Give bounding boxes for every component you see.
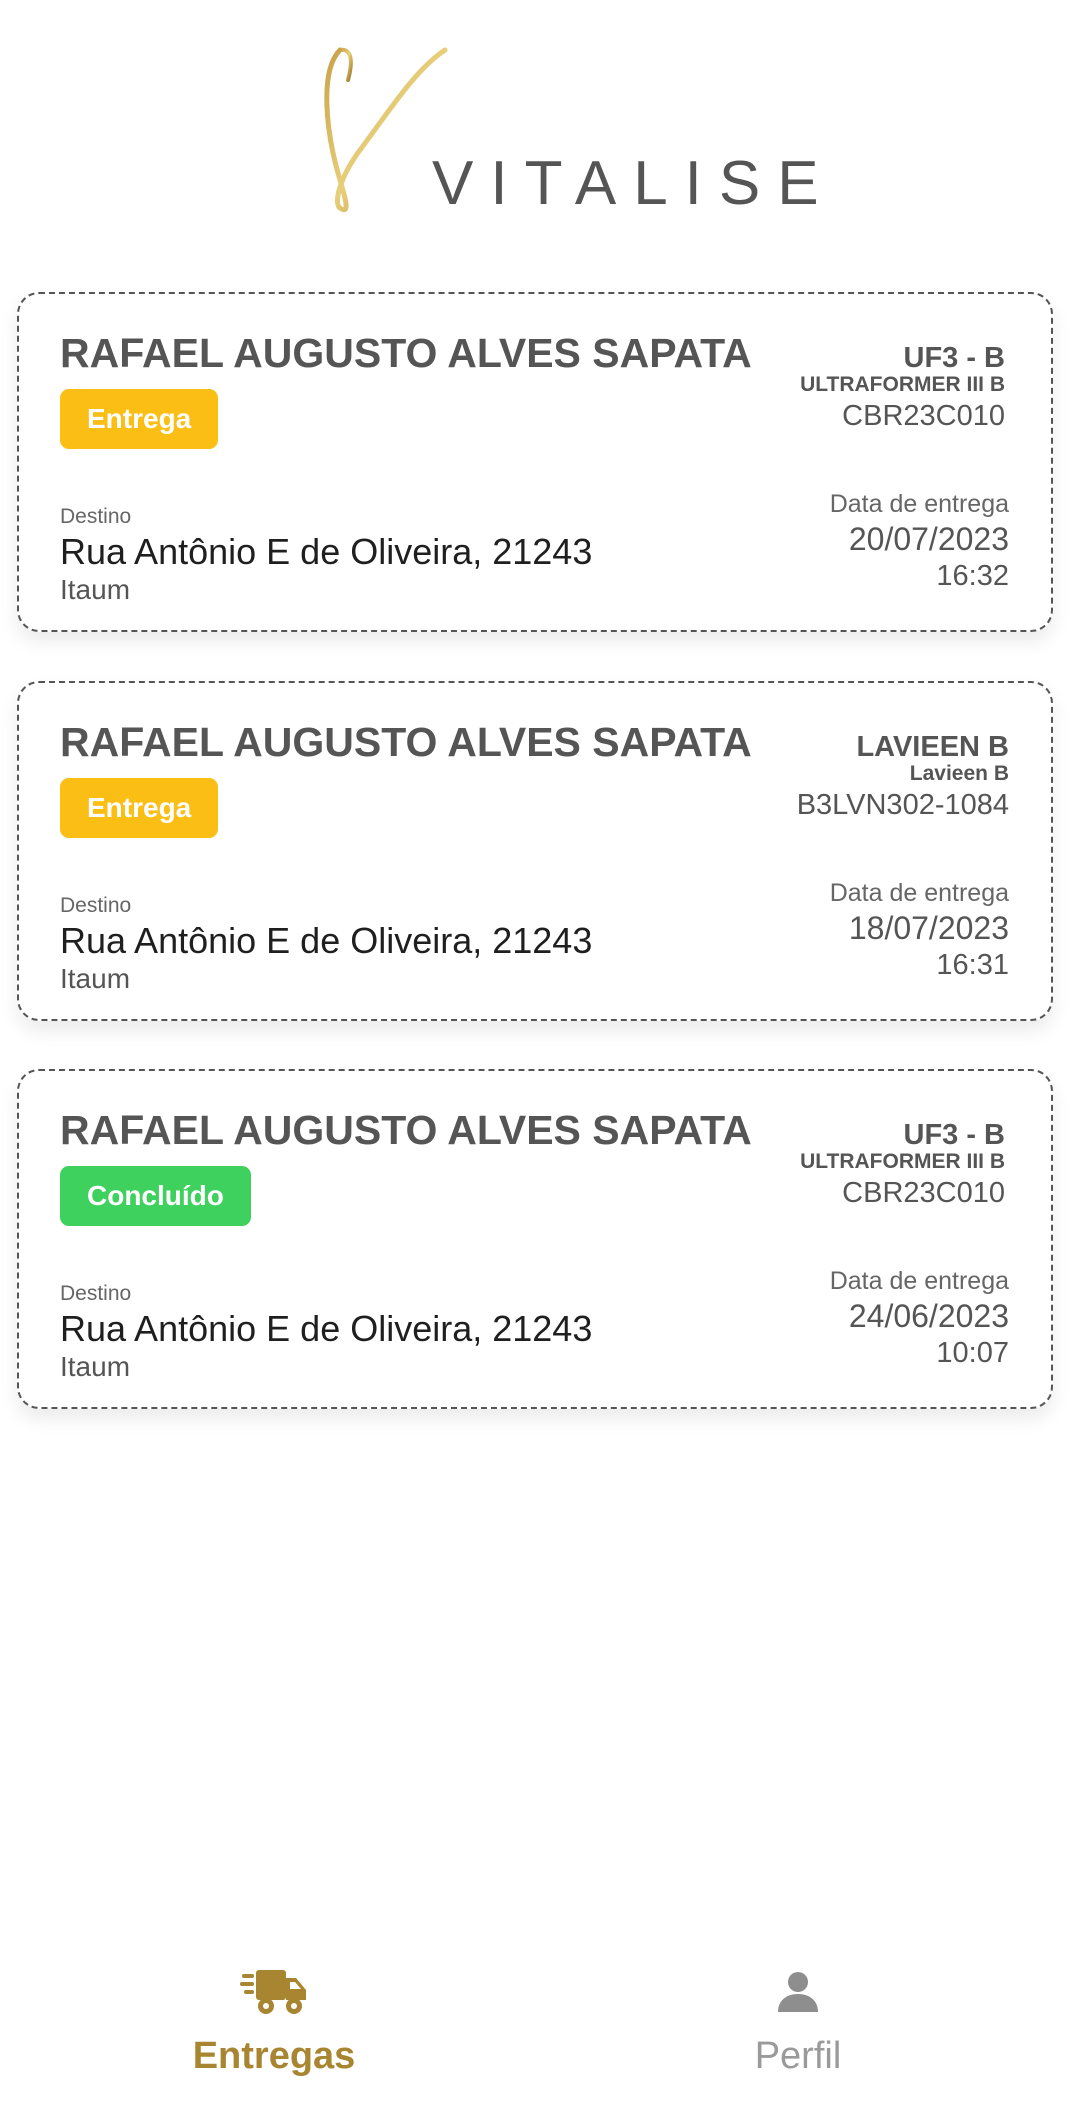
equipment-serial: CBR23C010 — [842, 400, 1005, 432]
equipment-code: LAVIEEN B — [856, 731, 1009, 763]
destination-label: Destino — [60, 894, 132, 917]
delivery-card[interactable]: RAFAEL AUGUSTO ALVES SAPATA Entrega LAVI… — [17, 681, 1053, 1021]
logo-text: VITALISE — [432, 149, 836, 218]
delivery-date-label: Data de entrega — [829, 490, 1009, 518]
nav-item-perfil[interactable]: Perfil — [648, 1968, 948, 2078]
client-name: RAFAEL AUGUSTO ALVES SAPATA — [60, 330, 752, 376]
bottom-nav: Entregas Perfil — [0, 1950, 1076, 2124]
truck-icon — [240, 1970, 306, 2014]
equipment-model: Lavieen B — [909, 762, 1009, 785]
delivery-date: Data de entrega 18/07/2023 16:31 — [830, 876, 1009, 983]
equipment-code: UF3 - B — [903, 342, 1006, 374]
delivery-date: Data de entrega 24/06/2023 10:07 — [830, 1264, 1009, 1371]
delivery-date-value: 24/06/2023 — [848, 1298, 1009, 1334]
delivery-time: 16:32 — [936, 560, 1009, 592]
destination-address: Rua Antônio E de Oliveira, 21243 — [60, 1308, 593, 1349]
user-icon — [778, 1972, 818, 2012]
status-badge: Concluído — [60, 1166, 251, 1226]
delivery-time: 16:31 — [936, 949, 1009, 981]
nav-item-entregas[interactable]: Entregas — [124, 1968, 424, 2078]
delivery-date-label: Data de entrega — [829, 879, 1009, 907]
delivery-date: Data de entrega 20/07/2023 16:32 — [830, 487, 1009, 594]
destination-city: Itaum — [60, 574, 131, 605]
destination-label: Destino — [60, 1282, 132, 1305]
equipment-info: UF3 - B ULTRAFORMER III B CBR23C010 — [800, 1119, 1005, 1213]
destination-address: Rua Antônio E de Oliveira, 21243 — [60, 531, 593, 572]
app-logo: VITALISE — [0, 40, 1076, 220]
status-badge: Entrega — [60, 389, 219, 449]
nav-label-entregas: Entregas — [192, 2035, 356, 2077]
delivery-card[interactable]: RAFAEL AUGUSTO ALVES SAPATA Entrega UF3 … — [17, 292, 1053, 632]
equipment-code: UF3 - B — [903, 1119, 1006, 1151]
client-name: RAFAEL AUGUSTO ALVES SAPATA — [60, 719, 752, 765]
nav-label-perfil: Perfil — [754, 2035, 842, 2077]
equipment-info: LAVIEEN B Lavieen B B3LVN302-1084 — [797, 731, 1009, 825]
equipment-model: ULTRAFORMER III B — [800, 1150, 1005, 1173]
delivery-card[interactable]: RAFAEL AUGUSTO ALVES SAPATA Concluído UF… — [17, 1069, 1053, 1409]
delivery-date-value: 20/07/2023 — [848, 521, 1009, 557]
destination-city: Itaum — [60, 963, 131, 994]
destination-city: Itaum — [60, 1351, 131, 1382]
destination-address: Rua Antônio E de Oliveira, 21243 — [60, 920, 593, 961]
equipment-model: ULTRAFORMER III B — [800, 373, 1005, 396]
equipment-serial: B3LVN302-1084 — [796, 789, 1009, 821]
destination-label: Destino — [60, 505, 132, 528]
delivery-time: 10:07 — [936, 1337, 1009, 1369]
client-name: RAFAEL AUGUSTO ALVES SAPATA — [60, 1107, 752, 1153]
delivery-date-value: 18/07/2023 — [848, 910, 1009, 946]
delivery-date-label: Data de entrega — [829, 1267, 1009, 1295]
status-badge: Entrega — [60, 778, 219, 838]
equipment-info: UF3 - B ULTRAFORMER III B CBR23C010 — [800, 342, 1005, 436]
equipment-serial: CBR23C010 — [842, 1177, 1005, 1209]
